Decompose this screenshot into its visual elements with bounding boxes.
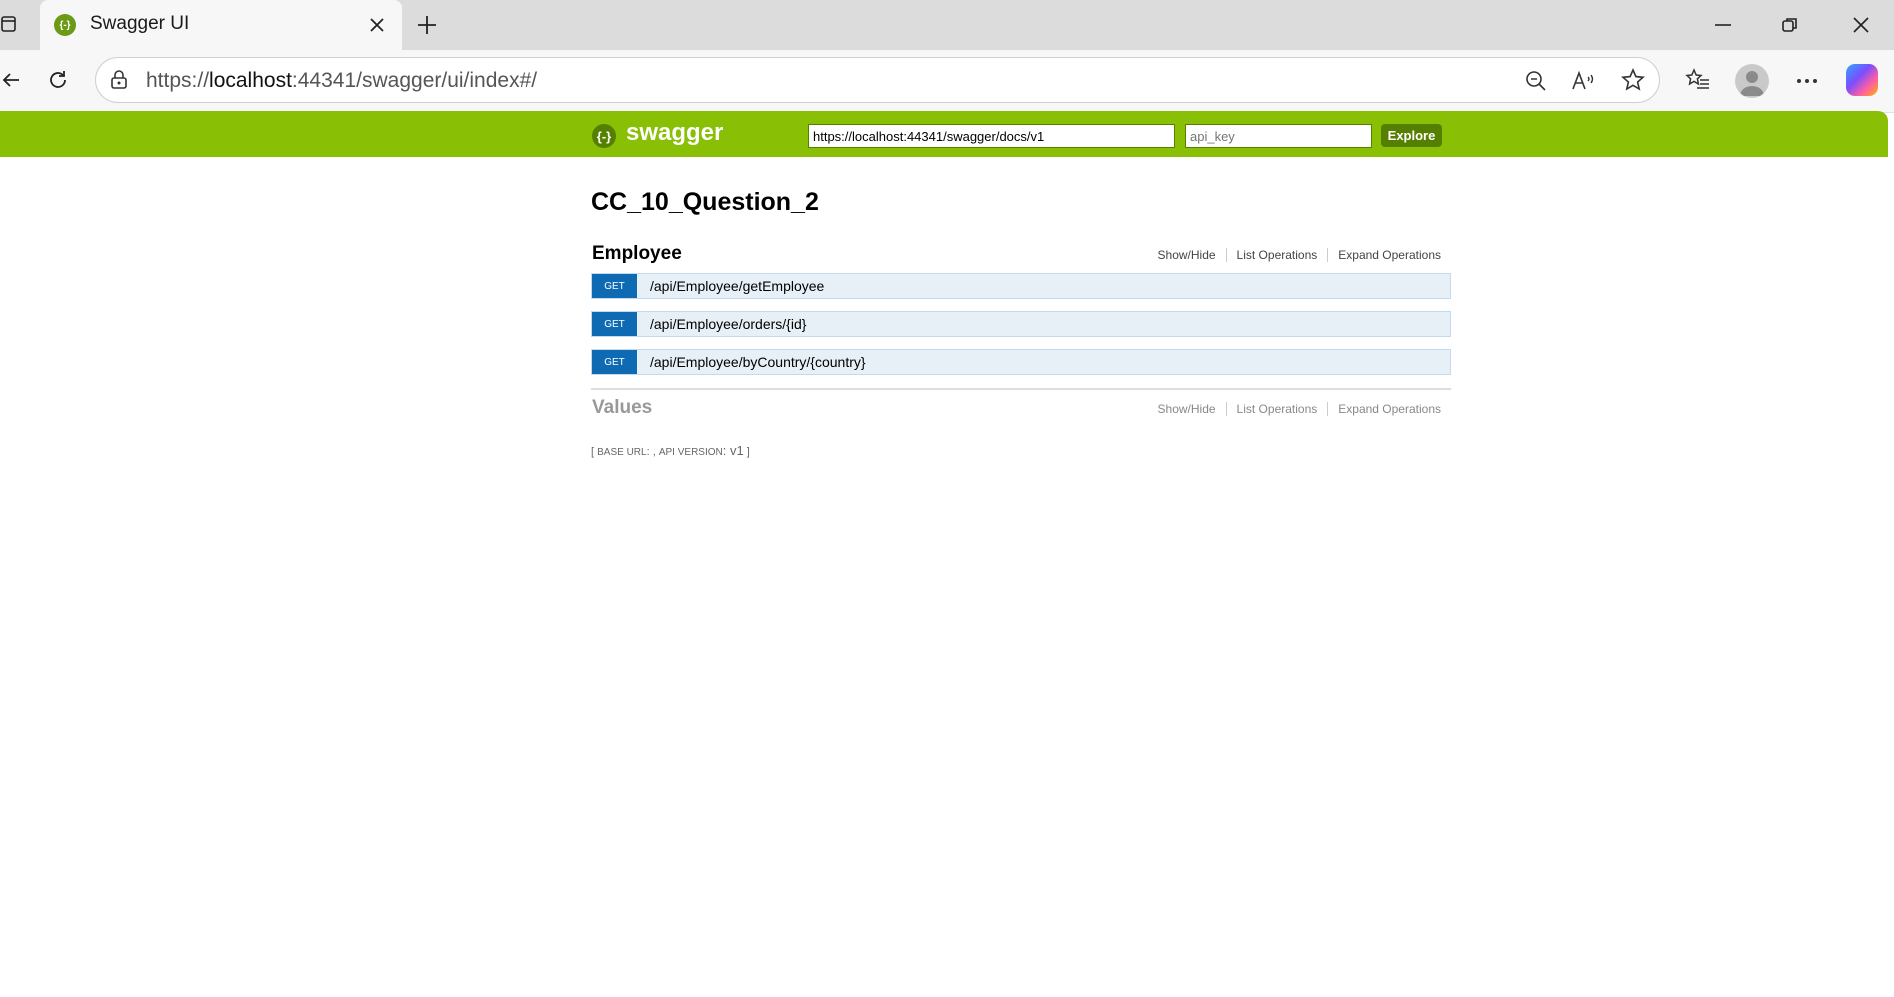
restore-icon[interactable] <box>1777 13 1803 37</box>
url-scheme: https:// <box>146 69 210 92</box>
base-url-value: : , <box>646 446 659 458</box>
api-version-label: API VERSION <box>658 447 723 458</box>
api-info-footer: [ BASE URL: , API VERSION: v1 ] <box>591 443 750 458</box>
link-separator <box>1327 248 1329 262</box>
base-url-label: BASE URL <box>597 447 647 458</box>
zoom-out-icon[interactable] <box>1522 67 1550 95</box>
tab-actions-icon[interactable] <box>0 12 18 36</box>
values-operations-links: Show/Hide List Operations Expand Operati… <box>1158 402 1441 416</box>
http-method-badge[interactable]: GET <box>592 350 637 374</box>
operation-get-employee[interactable]: GET /api/Employee/getEmployee <box>591 273 1451 299</box>
tab-title: Swagger UI <box>90 13 190 34</box>
url-path: :44341/swagger/ui/index#/ <box>291 69 538 92</box>
explore-button[interactable]: Explore <box>1381 124 1442 147</box>
values-expand-operations-link[interactable]: Expand Operations <box>1338 402 1441 416</box>
swagger-favicon-icon: {-} <box>54 14 76 36</box>
favorites-list-icon[interactable] <box>1683 66 1713 94</box>
profile-avatar[interactable] <box>1735 64 1769 98</box>
read-aloud-icon[interactable] <box>1570 67 1600 95</box>
employee-list-operations-link[interactable]: List Operations <box>1237 248 1318 262</box>
back-arrow-icon[interactable] <box>0 68 22 92</box>
employee-expand-operations-link[interactable]: Expand Operations <box>1338 248 1441 262</box>
person-icon <box>1740 71 1764 96</box>
api-version-value: : v1 <box>722 443 744 458</box>
api-key-input[interactable] <box>1185 124 1372 148</box>
link-separator <box>1327 402 1329 416</box>
new-tab-icon[interactable] <box>414 12 440 38</box>
lock-icon[interactable] <box>108 69 130 91</box>
operation-path[interactable]: /api/Employee/orders/{id} <box>650 316 806 332</box>
api-title: CC_10_Question_2 <box>591 188 819 216</box>
operation-get-by-country[interactable]: GET /api/Employee/byCountry/{country} <box>591 349 1451 375</box>
values-list-operations-link[interactable]: List Operations <box>1237 402 1318 416</box>
values-show-hide-link[interactable]: Show/Hide <box>1158 402 1216 416</box>
spec-url-input[interactable] <box>808 124 1175 148</box>
resource-employee-heading[interactable]: Employee <box>592 243 682 265</box>
minimize-icon[interactable] <box>1710 14 1736 36</box>
operation-get-orders[interactable]: GET /api/Employee/orders/{id} <box>591 311 1451 337</box>
url-text[interactable]: https://localhost:44341/swagger/ui/index… <box>146 69 537 93</box>
copilot-icon[interactable] <box>1846 64 1878 96</box>
link-separator <box>1225 402 1227 416</box>
close-window-icon[interactable] <box>1848 13 1874 37</box>
footer-bracket-close: ] <box>743 446 750 458</box>
resource-values-heading[interactable]: Values <box>592 397 652 419</box>
favorite-star-icon[interactable] <box>1619 66 1647 94</box>
http-method-badge[interactable]: GET <box>592 312 637 336</box>
url-host: localhost <box>209 69 292 92</box>
operation-path[interactable]: /api/Employee/byCountry/{country} <box>650 354 866 370</box>
employee-show-hide-link[interactable]: Show/Hide <box>1158 248 1216 262</box>
operation-path[interactable]: /api/Employee/getEmployee <box>650 278 824 294</box>
resource-divider <box>591 388 1451 390</box>
refresh-icon[interactable] <box>44 66 72 94</box>
http-method-badge[interactable]: GET <box>592 274 637 298</box>
more-options-icon[interactable] <box>1792 67 1822 95</box>
swagger-logo-icon[interactable]: {-} <box>592 124 616 148</box>
employee-operations-links: Show/Hide List Operations Expand Operati… <box>1158 248 1441 262</box>
link-separator <box>1225 248 1227 262</box>
close-tab-icon[interactable] <box>366 14 388 36</box>
swagger-logo-text[interactable]: swagger <box>626 119 723 147</box>
